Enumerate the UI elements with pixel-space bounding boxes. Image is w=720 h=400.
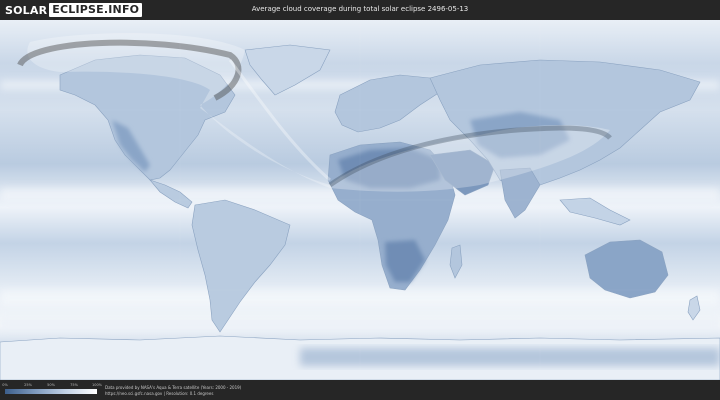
cloud-coverage-legend-bar: [5, 389, 97, 394]
footer: 0% 25% 50% 75% 100% Data provided by NAS…: [0, 380, 720, 400]
page: SOLAR ECLIPSE.INFO Average cloud coverag…: [0, 0, 720, 400]
legend-tick: 100%: [91, 383, 103, 387]
legend-tick: 75%: [70, 383, 78, 387]
top-bar: SOLAR ECLIPSE.INFO Average cloud coverag…: [0, 0, 720, 20]
legend-tick: 25%: [24, 383, 32, 387]
antarctic-cloud-band: [300, 348, 720, 366]
legend-tick: 50%: [47, 383, 55, 387]
legend-tick: 0%: [2, 383, 8, 387]
map-title: Average cloud coverage during total sola…: [251, 5, 469, 13]
data-credit: Data provided by NASA's Aqua & Terra sat…: [105, 385, 242, 390]
data-source-link[interactable]: https://neo.sci.gsfc.nasa.gov | Resoluti…: [105, 391, 213, 396]
map-svg: [0, 20, 720, 380]
cloud-coverage-map: [0, 20, 720, 380]
